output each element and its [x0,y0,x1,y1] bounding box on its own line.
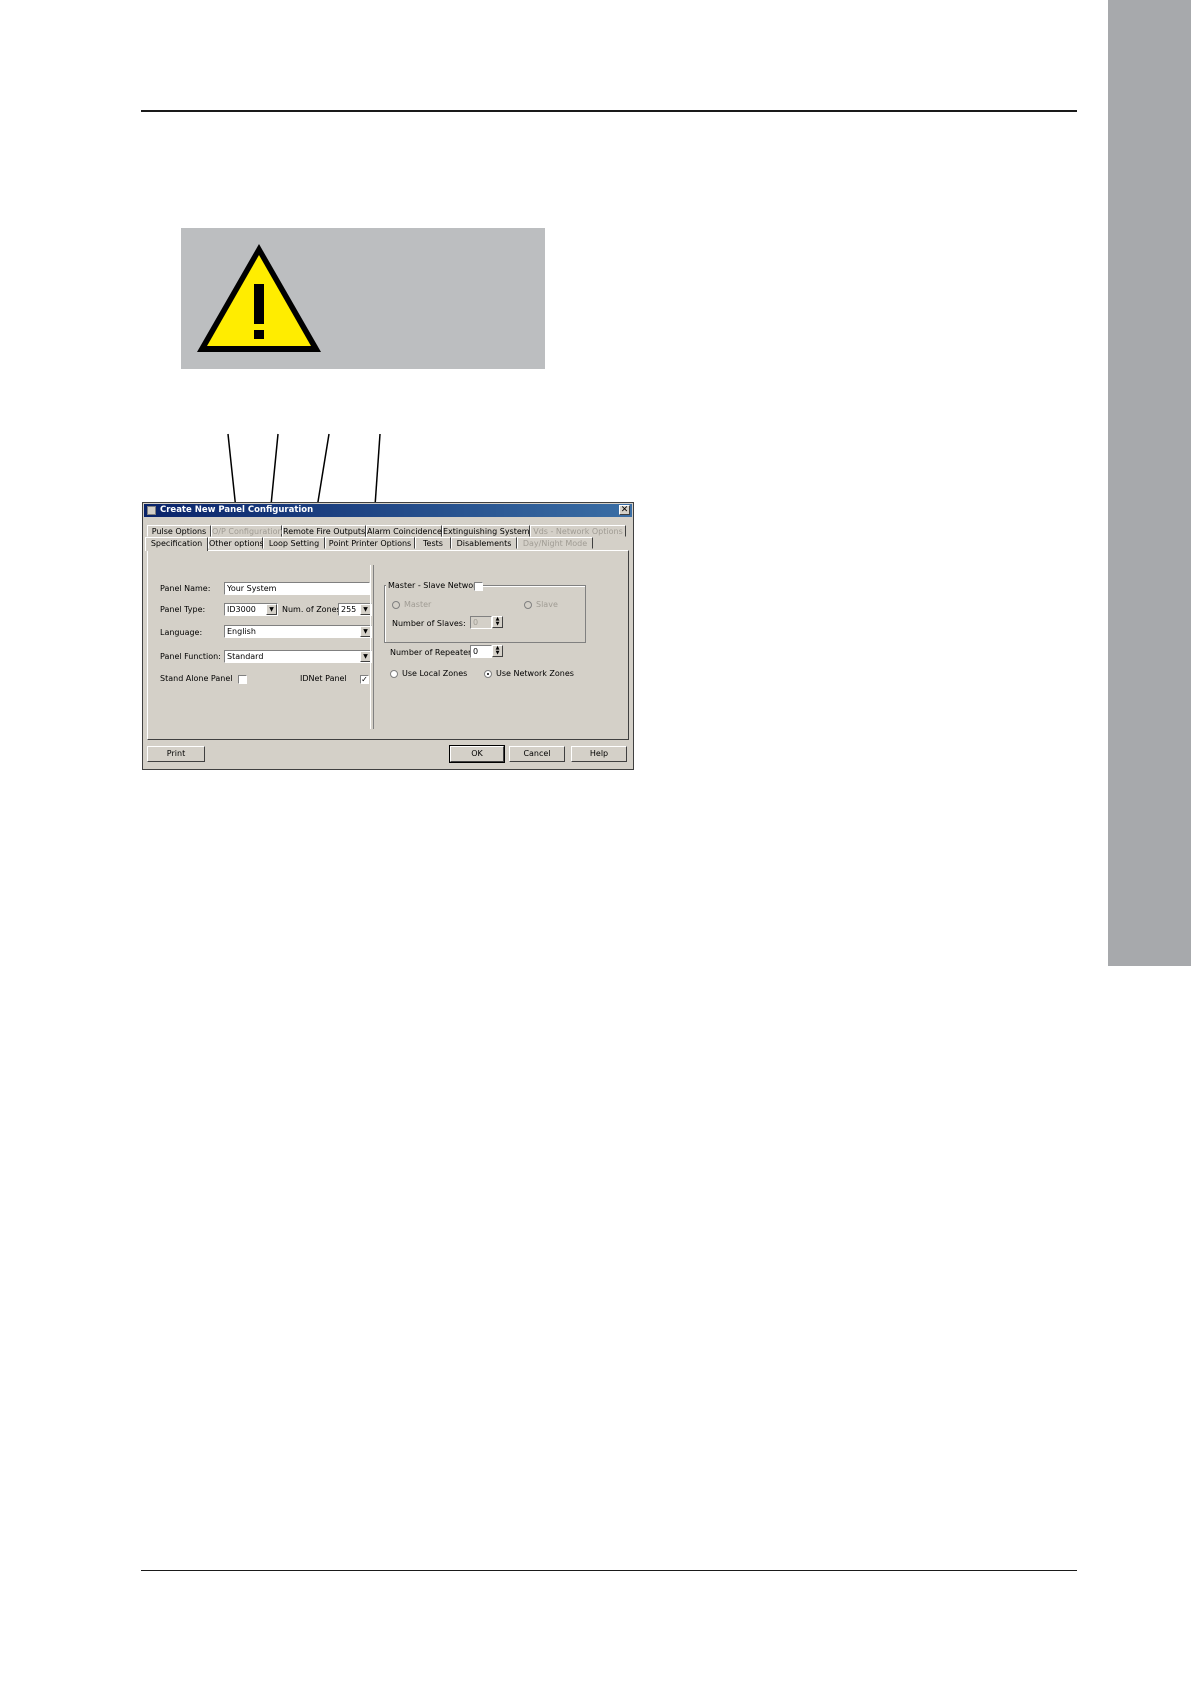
num-repeaters-label: Number of Repeaters: [390,648,479,657]
language-select[interactable]: English [224,625,372,638]
column-splitter[interactable] [370,565,374,729]
slave-radio-label: Slave [536,600,558,609]
num-slaves-label: Number of Slaves: [392,619,466,628]
specification-tab-body: Panel Name: Your System Panel Type: ID30… [147,550,629,740]
ok-button[interactable]: OK [449,745,505,763]
use-network-zones-radio[interactable] [484,670,492,678]
create-panel-dialog: Create New Panel Configuration ✕ Pulse O… [142,502,634,770]
tab-point-printer-options[interactable]: Point Printer Options [325,537,415,549]
panel-type-dropdown-icon[interactable]: ▼ [266,604,277,615]
language-label: Language: [160,628,203,637]
close-button[interactable]: ✕ [619,505,630,515]
panel-name-input[interactable]: Your System [224,582,370,595]
slave-radio[interactable] [524,601,532,609]
master-slave-checkbox[interactable] [474,582,483,591]
help-button[interactable]: Help [571,746,627,762]
dialog-title: Create New Panel Configuration [160,505,314,515]
callout-lines [227,433,381,632]
check-icon: ✓ [361,675,368,684]
panel-type-label: Panel Type: [160,605,206,614]
tab-day-night-mode[interactable]: Day/Night Mode [517,537,593,549]
master-slave-groupbox [384,585,586,643]
stand-alone-checkbox[interactable] [238,675,247,684]
num-slaves-spin[interactable]: ▲ ▼ [492,616,503,628]
use-local-zones-label: Use Local Zones [402,669,468,678]
tab-disablements[interactable]: Disablements [451,537,517,549]
tab-alarm-coincidence[interactable]: Alarm Coincidence [366,525,442,537]
tab-specification[interactable]: Specification [145,537,208,551]
tab-op-configuration[interactable]: O/P Configuration [211,525,283,537]
use-network-zones-label: Use Network Zones [496,669,574,678]
panel-function-label: Panel Function: [160,652,221,661]
num-repeaters-spin[interactable]: ▲ ▼ [492,645,503,657]
num-repeaters-input[interactable]: 0 [470,645,492,658]
spin-down-icon[interactable]: ▼ [496,621,500,627]
tab-tests[interactable]: Tests [415,537,451,549]
idnet-panel-checkbox[interactable]: ✓ [360,675,369,684]
cancel-button[interactable]: Cancel [509,746,565,762]
dialog-title-bar: Create New Panel Configuration ✕ [144,504,632,517]
master-radio[interactable] [392,601,400,609]
master-slave-label: Master - Slave Network [386,581,484,590]
panel-function-select[interactable]: Standard [224,650,372,663]
tab-loop-setting[interactable]: Loop Setting [263,537,325,549]
stand-alone-label: Stand Alone Panel [160,674,233,683]
print-button[interactable]: Print [147,746,205,762]
tab-remote-fire-outputs[interactable]: Remote Fire Outputs [282,525,366,537]
use-local-zones-radio[interactable] [390,670,398,678]
tab-vds-network-options[interactable]: Vds - Network Options [530,525,626,537]
app-icon [147,506,156,515]
idnet-panel-label: IDNet Panel [300,674,347,683]
tab-other-options[interactable]: Other options [208,537,264,549]
panel-name-label: Panel Name: [160,584,211,593]
num-zones-label: Num. of Zones: [282,605,344,614]
spin-down-icon[interactable]: ▼ [496,650,500,656]
tab-extinguishing-system[interactable]: Extinguishing System [442,525,530,537]
master-radio-label: Master [404,600,432,609]
num-slaves-input[interactable]: 0 [470,616,492,629]
tab-pulse-options[interactable]: Pulse Options [147,525,211,537]
